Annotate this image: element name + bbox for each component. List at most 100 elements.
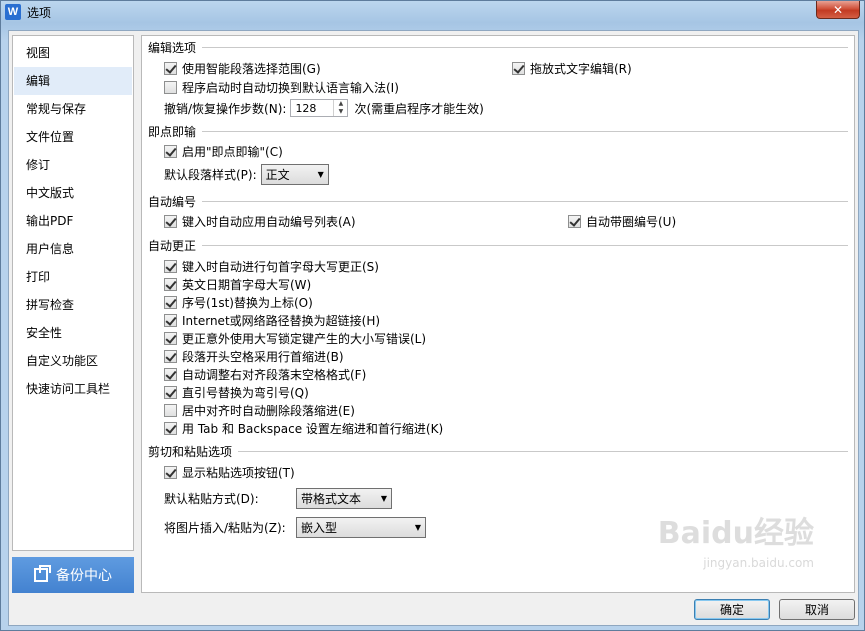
baidu-watermark: Baidu经验 [657,516,814,551]
autocorrect-label: 段落开头空格采用行首缩进(B) [182,349,344,364]
autocorrect-checkbox[interactable] [164,259,177,273]
image-insert-row: 将图片插入/粘贴为(Z): 嵌入型 ▼ [164,516,426,538]
click-type-enable-checkbox[interactable] [164,144,177,158]
image-insert-select[interactable]: 嵌入型 ▼ [296,516,426,538]
spin-down-icon[interactable]: ▼ [334,108,347,116]
dialog-client-area: 视图 编辑 常规与保存 文件位置 修订 中文版式 输出PDF 用户信息 打印 拼… [8,30,859,626]
auto-list-checkbox[interactable] [164,214,177,228]
auto-circle-checkbox[interactable] [568,214,581,228]
show-paste-button-label: 显示粘贴选项按钮(T) [182,465,295,480]
autocorrect-checkbox[interactable] [164,295,177,309]
section-title-edit-options: 编辑选项 [148,40,197,55]
sidebar: 视图 编辑 常规与保存 文件位置 修订 中文版式 输出PDF 用户信息 打印 拼… [12,35,134,551]
chevron-down-icon: ▼ [317,169,324,179]
auto-circle-option[interactable]: 自动带圈编号(U) [568,213,676,229]
undo-steps-label: 撤销/恢复操作步数(N): [164,101,287,116]
wps-app-icon: W [5,4,21,20]
sidebar-item-export-pdf[interactable]: 输出PDF [14,207,132,235]
drag-drop-checkbox[interactable] [512,61,525,75]
default-style-label: 默认段落样式(P): [164,167,257,182]
show-paste-button-checkbox[interactable] [164,465,177,479]
autocorrect-label: 更正意外使用大写锁定键产生的大小写错误(L) [182,331,427,346]
chevron-down-icon: ▼ [380,493,388,503]
autocorrect-checkbox[interactable] [164,349,177,363]
default-paste-label: 默认粘贴方式(D): [164,491,259,506]
backup-center-button[interactable]: 备份中心 [12,557,134,593]
autocorrect-checkbox[interactable] [164,313,177,327]
auto-ime-label: 程序启动时自动切换到默认语言输入法(I) [182,80,399,95]
image-insert-label: 将图片插入/粘贴为(Z): [164,520,286,535]
undo-steps-spinner[interactable]: 128 ▲ ▼ [290,99,349,117]
sidebar-item-general-save[interactable]: 常规与保存 [14,95,132,123]
autocorrect-item[interactable]: Internet或网络路径替换为超链接(H) [164,312,380,328]
window-title: 选项 [27,5,52,20]
sidebar-item-spell-check[interactable]: 拼写检查 [14,291,132,319]
sidebar-item-revision[interactable]: 修订 [14,151,132,179]
autocorrect-label: 用 Tab 和 Backspace 设置左缩进和首行缩进(K) [182,421,444,436]
default-style-value: 正文 [265,167,290,182]
sidebar-item-file-location[interactable]: 文件位置 [14,123,132,151]
autocorrect-checkbox[interactable] [164,403,177,417]
smart-select-option[interactable]: 使用智能段落选择范围(G) [164,60,321,76]
autocorrect-label: 居中对齐时自动删除段落缩进(E) [182,403,355,418]
default-paste-row: 默认粘贴方式(D): 带格式文本 ▼ [164,487,392,509]
show-paste-button-option[interactable]: 显示粘贴选项按钮(T) [164,464,295,480]
click-type-enable-option[interactable]: 启用"即点即输"(C) [164,143,283,159]
section-title-autocorrect: 自动更正 [148,238,197,253]
autocorrect-label: Internet或网络路径替换为超链接(H) [182,313,381,328]
section-autocorrect: 自动更正 [148,238,848,253]
default-paste-value: 带格式文本 [301,491,362,506]
default-paste-select[interactable]: 带格式文本 ▼ [296,487,392,509]
section-title-cut-paste: 剪切和粘贴选项 [148,444,233,459]
auto-list-option[interactable]: 键入时自动应用自动编号列表(A) [164,213,356,229]
section-title-auto-number: 自动编号 [148,194,197,209]
autocorrect-checkbox[interactable] [164,385,177,399]
autocorrect-item[interactable]: 自动调整右对齐段落末空格格式(F) [164,366,366,382]
autocorrect-label: 英文日期首字母大写(W) [182,277,312,292]
auto-circle-label: 自动带圈编号(U) [586,214,677,229]
sidebar-item-customize-ribbon[interactable]: 自定义功能区 [14,347,132,375]
autocorrect-item[interactable]: 直引号替换为弯引号(Q) [164,384,309,400]
smart-select-checkbox[interactable] [164,61,177,75]
autocorrect-item[interactable]: 居中对齐时自动删除段落缩进(E) [164,402,355,418]
click-type-enable-label: 启用"即点即输"(C) [182,144,283,159]
sidebar-item-chinese-layout[interactable]: 中文版式 [14,179,132,207]
drag-drop-label: 拖放式文字编辑(R) [530,61,632,76]
title-bar[interactable]: W 选项 ✕ [1,1,864,23]
autocorrect-item[interactable]: 英文日期首字母大写(W) [164,276,311,292]
spin-up-icon[interactable]: ▲ [334,100,347,108]
ok-button[interactable]: 确定 [694,599,770,620]
close-button[interactable]: ✕ [816,1,860,19]
smart-select-label: 使用智能段落选择范围(G) [182,61,321,76]
chevron-down-icon: ▼ [414,522,422,532]
autocorrect-checkbox[interactable] [164,421,177,435]
sidebar-item-security[interactable]: 安全性 [14,319,132,347]
drag-drop-option[interactable]: 拖放式文字编辑(R) [512,60,632,76]
autocorrect-checkbox[interactable] [164,277,177,291]
autocorrect-item[interactable]: 用 Tab 和 Backspace 设置左缩进和首行缩进(K) [164,420,443,436]
sidebar-item-quick-access-toolbar[interactable]: 快速访问工具栏 [14,375,132,403]
sidebar-item-print[interactable]: 打印 [14,263,132,291]
autocorrect-item[interactable]: 更正意外使用大写锁定键产生的大小写错误(L) [164,330,426,346]
default-style-select[interactable]: 正文 ▼ [260,163,329,185]
autocorrect-item[interactable]: 键入时自动进行句首字母大写更正(S) [164,258,379,274]
backup-center-label: 备份中心 [56,568,112,584]
image-insert-value: 嵌入型 [301,520,338,535]
undo-steps-value[interactable]: 128 [291,102,333,115]
section-click-and-type: 即点即输 [148,124,848,139]
section-cut-paste: 剪切和粘贴选项 [148,444,848,459]
auto-ime-option[interactable]: 程序启动时自动切换到默认语言输入法(I) [164,79,399,95]
cancel-button[interactable]: 取消 [779,599,855,620]
auto-ime-checkbox[interactable] [164,80,177,94]
section-title-click-and-type: 即点即输 [148,124,197,139]
autocorrect-item[interactable]: 序号(1st)替换为上标(O) [164,294,313,310]
sidebar-item-user-info[interactable]: 用户信息 [14,235,132,263]
undo-steps-suffix: 次(需重启程序才能生效) [354,101,484,116]
sidebar-item-edit[interactable]: 编辑 [14,67,132,95]
autocorrect-label: 自动调整右对齐段落末空格格式(F) [182,367,367,382]
autocorrect-checkbox[interactable] [164,331,177,345]
section-edit-options: 编辑选项 [148,40,848,55]
autocorrect-checkbox[interactable] [164,367,177,381]
autocorrect-item[interactable]: 段落开头空格采用行首缩进(B) [164,348,344,364]
sidebar-item-view[interactable]: 视图 [14,39,132,67]
